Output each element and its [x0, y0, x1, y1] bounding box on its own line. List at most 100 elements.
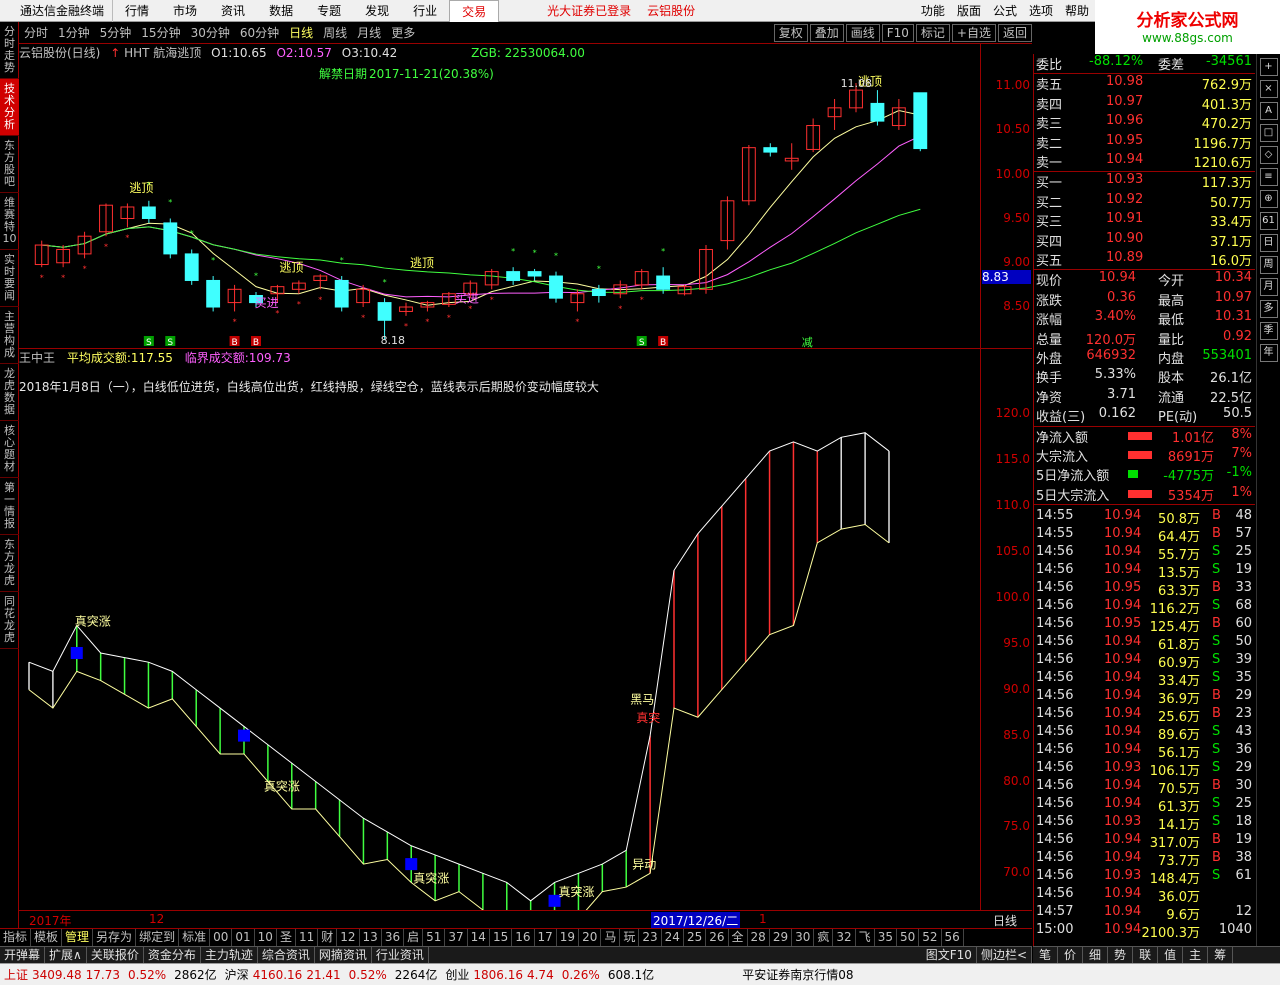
indicator-tab-2[interactable]: 管理 — [62, 929, 94, 946]
menu-item-market[interactable]: 市场 — [161, 0, 209, 22]
tool-icon-5[interactable]: ≡ — [1259, 168, 1278, 186]
period-6[interactable]: 日线 — [284, 24, 318, 41]
menu-item-topic[interactable]: 专题 — [305, 0, 353, 22]
left-tab-2[interactable]: 东方股吧 — [0, 136, 19, 193]
func-button-7[interactable]: 行业资讯 — [372, 947, 429, 963]
indicator-chart[interactable]: 真突涨真突涨真突涨真突涨黑马真突异动 — [19, 396, 979, 910]
func-right-button-1[interactable]: 侧边栏< — [977, 947, 1032, 963]
period-4[interactable]: 30分钟 — [186, 24, 235, 41]
indicator-tab-37[interactable]: 35 — [875, 929, 897, 946]
menu-item-layout[interactable]: 版面 — [951, 0, 987, 22]
left-tab-9[interactable]: 东方龙虎 — [0, 535, 19, 592]
indicator-tab-21[interactable]: 17 — [535, 929, 557, 946]
tool-button-2[interactable]: 画线 — [845, 23, 880, 42]
tool-icon-13[interactable]: 年 — [1259, 344, 1278, 362]
left-tab-7[interactable]: 核心题材 — [0, 421, 19, 478]
tool-button-3[interactable]: F10 — [881, 23, 914, 42]
left-tab-4[interactable]: 实时要闻 — [0, 250, 19, 307]
func-button-1[interactable]: 扩展∧ — [45, 947, 87, 963]
indicator-tab-35[interactable]: 32 — [833, 929, 856, 946]
kline-chart[interactable]: * ************ ***** * **** * ******逃顶逃顶 逃顶逃顶买进… — [19, 64, 979, 348]
quote-tab-4[interactable]: 联 — [1133, 947, 1159, 963]
indicator-tab-19[interactable]: 15 — [490, 929, 513, 946]
quote-tab-2[interactable]: 细 — [1083, 947, 1109, 963]
menu-item-discover[interactable]: 发现 — [353, 0, 401, 22]
func-button-4[interactable]: 主力轨迹 — [201, 947, 258, 963]
login-status[interactable]: 光大证券已登录 — [539, 2, 639, 19]
tool-icon-3[interactable]: □ — [1259, 124, 1278, 142]
menu-item-trade[interactable]: 交易 — [449, 0, 500, 22]
indicator-tab-1[interactable]: 模板 — [31, 929, 63, 946]
indicator-tab-8[interactable]: 10 — [255, 929, 277, 946]
indicator-tab-18[interactable]: 14 — [468, 929, 490, 946]
buy-price[interactable]: 10.93 — [1106, 172, 1143, 187]
quote-tab-1[interactable]: 价 — [1058, 947, 1084, 963]
indicator-tab-26[interactable]: 23 — [639, 929, 662, 946]
tool-icon-9[interactable]: 周 — [1259, 256, 1278, 274]
indicator-tab-9[interactable]: 圣 — [277, 929, 296, 946]
tool-button-4[interactable]: 标记 — [915, 23, 950, 42]
indicator-tab-17[interactable]: 37 — [445, 929, 468, 946]
tool-icon-11[interactable]: 多 — [1259, 300, 1278, 318]
left-tab-5[interactable]: 主营构成 — [0, 307, 19, 364]
indicator-tab-15[interactable]: 启 — [404, 929, 424, 946]
stock-link[interactable]: 云铝股份 — [639, 2, 703, 19]
menu-item-news[interactable]: 资讯 — [209, 0, 257, 22]
sell-price[interactable]: 10.96 — [1106, 113, 1143, 128]
tool-button-0[interactable]: 复权 — [773, 23, 808, 42]
indicator-tab-11[interactable]: 财 — [318, 929, 338, 946]
func-button-3[interactable]: 资金分布 — [144, 947, 201, 963]
indicator-tab-31[interactable]: 28 — [748, 929, 770, 946]
period-2[interactable]: 5分钟 — [95, 24, 137, 41]
indicator-tab-14[interactable]: 36 — [382, 929, 405, 946]
indicator-tab-32[interactable]: 29 — [770, 929, 793, 946]
buy-price[interactable]: 10.91 — [1106, 211, 1143, 226]
indicator-tab-27[interactable]: 24 — [662, 929, 684, 946]
indicator-tab-24[interactable]: 马 — [601, 929, 621, 946]
indicator-tab-30[interactable]: 全 — [729, 929, 748, 946]
indicator-tab-0[interactable]: 指标 — [0, 929, 32, 946]
period-7[interactable]: 周线 — [318, 24, 352, 41]
tool-icon-1[interactable]: × — [1259, 80, 1278, 98]
sell-price[interactable]: 10.98 — [1106, 74, 1143, 89]
indicator-tab-28[interactable]: 25 — [684, 929, 707, 946]
buy-price[interactable]: 10.92 — [1106, 192, 1143, 207]
tool-icon-10[interactable]: 月 — [1259, 278, 1278, 296]
indicator-tab-6[interactable]: 00 — [210, 929, 233, 946]
indicator-tab-10[interactable]: 11 — [296, 929, 319, 946]
buy-price[interactable]: 10.90 — [1106, 231, 1143, 246]
menu-item-options[interactable]: 选项 — [1023, 0, 1059, 22]
tool-icon-12[interactable]: 季 — [1259, 322, 1278, 340]
period-0[interactable]: 分时 — [19, 24, 53, 41]
indicator-tab-3[interactable]: 另存为 — [93, 929, 137, 946]
tool-button-1[interactable]: 叠加 — [809, 23, 844, 42]
menu-item-formula[interactable]: 公式 — [987, 0, 1023, 22]
indicator-tab-40[interactable]: 56 — [942, 929, 964, 946]
quote-tab-7[interactable]: 筹 — [1208, 947, 1234, 963]
menu-item-function[interactable]: 功能 — [915, 0, 951, 22]
indicator-tab-23[interactable]: 20 — [579, 929, 602, 946]
func-button-2[interactable]: 关联报价 — [87, 947, 144, 963]
sell-price[interactable]: 10.97 — [1106, 94, 1143, 109]
quote-tab-0[interactable]: 笔 — [1033, 947, 1059, 963]
indicator-tab-22[interactable]: 19 — [557, 929, 580, 946]
indicator-tab-33[interactable]: 30 — [792, 929, 815, 946]
menu-item-help[interactable]: 帮助 — [1059, 0, 1095, 22]
period-5[interactable]: 60分钟 — [235, 24, 284, 41]
indicator-tab-38[interactable]: 50 — [897, 929, 920, 946]
left-tab-6[interactable]: 龙虎数据 — [0, 364, 19, 421]
buy-price[interactable]: 10.89 — [1106, 250, 1143, 265]
left-tab-8[interactable]: 第一情报 — [0, 478, 19, 535]
indicator-tab-12[interactable]: 12 — [337, 929, 360, 946]
func-button-0[interactable]: 开弹幕 — [0, 947, 46, 963]
quote-tab-6[interactable]: 主 — [1183, 947, 1209, 963]
sell-price[interactable]: 10.94 — [1106, 152, 1143, 167]
period-9[interactable]: 更多 — [386, 24, 420, 41]
func-right-button-0[interactable]: 图文F10 — [922, 947, 977, 963]
tool-icon-8[interactable]: 日 — [1259, 234, 1278, 252]
period-1[interactable]: 1分钟 — [53, 24, 95, 41]
indicator-tab-13[interactable]: 13 — [360, 929, 382, 946]
indicator-tab-34[interactable]: 疯 — [814, 929, 834, 946]
left-tab-0[interactable]: 分时走势 — [0, 22, 19, 79]
indicator-tab-20[interactable]: 16 — [512, 929, 535, 946]
